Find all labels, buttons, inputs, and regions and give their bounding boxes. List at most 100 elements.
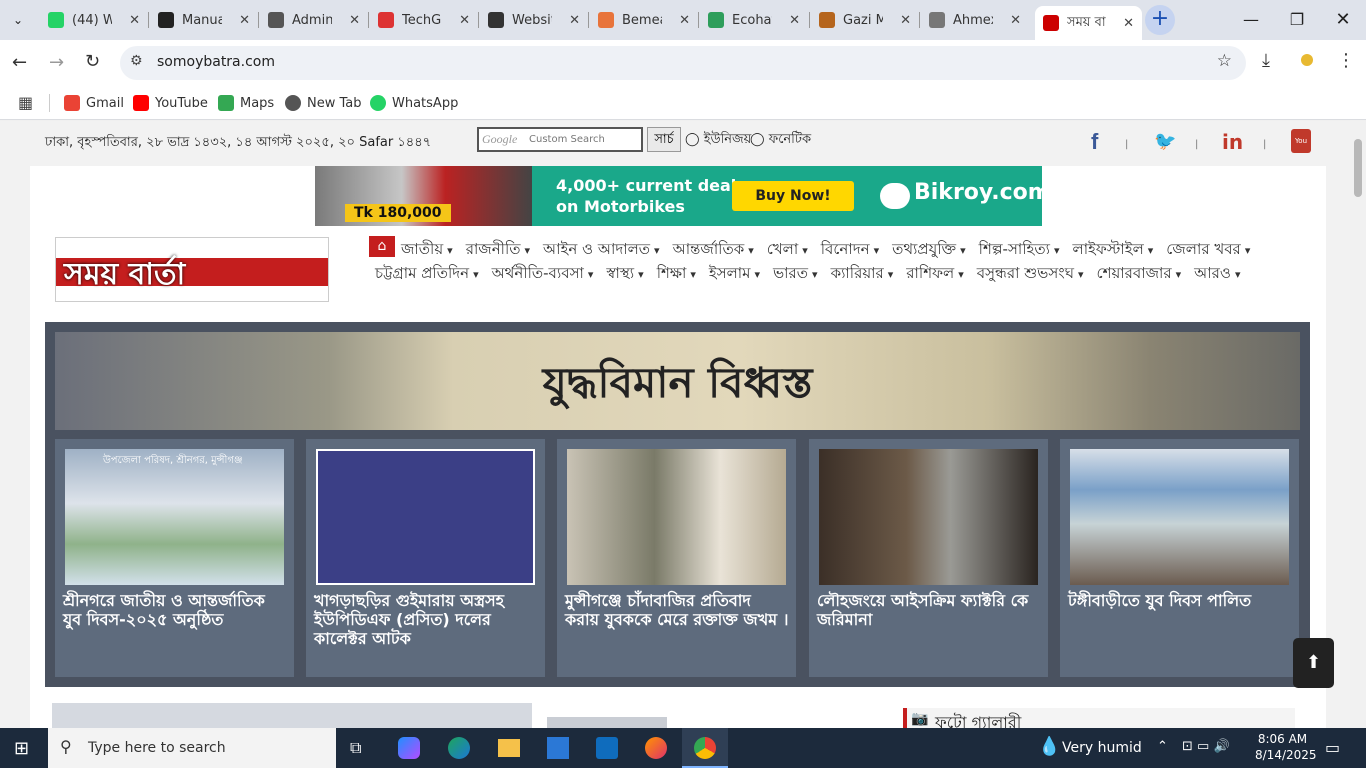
tab-close-icon[interactable]: ✕	[129, 13, 140, 28]
news-card[interactable]: লৌহজংয়ে আইসক্রিম ফ্যাক্টরি কে জরিমানা	[809, 439, 1048, 677]
news-title[interactable]: টঙ্গীবাড়ীতে যুব দিবস পালিত	[1068, 591, 1293, 610]
search-button[interactable]: সার্চ	[647, 127, 681, 152]
tab-close-icon[interactable]: ✕	[789, 13, 800, 28]
menu-item[interactable]: তথ্যপ্রযুক্তি ▾	[892, 240, 966, 258]
page-scrollbar[interactable]	[1350, 121, 1366, 728]
news-image[interactable]	[819, 449, 1038, 585]
tab-close-icon[interactable]: ✕	[459, 13, 470, 28]
browser-tab[interactable]: Manual ✕	[150, 6, 258, 34]
menu-item[interactable]: শিল্প-সাহিত্য ▾	[979, 240, 1060, 258]
menu-item[interactable]: ভারত ▾	[773, 264, 818, 282]
close-window-button[interactable]: ✕	[1320, 6, 1366, 34]
unijoy-radio[interactable]: ◯ ইউনিজয়	[685, 130, 751, 151]
news-image[interactable]: উপজেলা পরিষদ, শ্রীনগর, মুন্সীগঞ্জ	[65, 449, 284, 585]
browser-tab[interactable]: Ahmex ✕	[921, 6, 1029, 34]
scrollbar-thumb[interactable]	[1354, 139, 1362, 197]
menu-item[interactable]: রাশিফল ▾	[906, 264, 963, 282]
banner-image[interactable]: যুদ্ধবিমান বিধ্বস্ত	[55, 332, 1300, 430]
taskbar-search[interactable]: ⚲ Type here to search	[48, 728, 336, 768]
menu-item[interactable]: জাতীয় ▾	[401, 240, 453, 258]
tab-close-icon[interactable]: ✕	[679, 13, 690, 28]
lead-story-image[interactable]	[52, 703, 532, 728]
buy-now-button[interactable]: Buy Now!	[732, 181, 854, 211]
news-title[interactable]: লৌহজংয়ে আইসক্রিম ফ্যাক্টরি কে জরিমানা	[817, 591, 1042, 629]
new-tab-button[interactable]: +	[1145, 5, 1175, 35]
bookmark-youtube[interactable]: YouTube	[133, 92, 208, 114]
edge-icon[interactable]	[448, 737, 470, 759]
search-input[interactable]: Google Custom Search	[477, 127, 643, 152]
copilot-icon[interactable]	[398, 737, 420, 759]
chrome-taskbar-button[interactable]	[682, 728, 728, 768]
news-card[interactable]: উপজেলা পরিষদ, শ্রীনগর, মুন্সীগঞ্জ শ্রীনগ…	[55, 439, 294, 677]
bookmark-maps[interactable]: Maps	[218, 92, 274, 114]
task-view-icon[interactable]: ⧉	[350, 738, 361, 758]
news-image[interactable]	[1070, 449, 1289, 585]
news-card[interactable]: মুন্সীগঞ্জে চাঁদাবাজির প্রতিবাদ করায় যু…	[557, 439, 796, 677]
browser-tab[interactable]: Bemea ✕	[590, 6, 698, 34]
news-image[interactable]	[316, 449, 535, 585]
profile-icon[interactable]	[1301, 54, 1313, 66]
menu-item[interactable]: আরও ▾	[1194, 264, 1240, 282]
menu-item[interactable]: রাজনীতি ▾	[466, 240, 530, 258]
forward-icon[interactable]: →	[49, 52, 64, 73]
youtube-social-icon[interactable]: You	[1291, 129, 1311, 153]
browser-tab[interactable]: সময় বা ✕	[1035, 6, 1142, 40]
star-icon[interactable]: ☆	[1217, 51, 1232, 71]
facebook-icon[interactable]: f	[1091, 129, 1098, 155]
menu-item[interactable]: লাইফস্টাইল ▾	[1073, 240, 1154, 258]
windows-start-icon[interactable]: ⊞	[14, 738, 29, 759]
menu-item[interactable]: বসুন্ধরা শুভসংঘ ▾	[977, 264, 1084, 282]
tab-close-icon[interactable]: ✕	[1123, 16, 1134, 31]
story-thumbnail[interactable]	[547, 717, 667, 728]
news-title[interactable]: মুন্সীগঞ্জে চাঁদাবাজির প্রতিবাদ করায় যু…	[565, 591, 790, 629]
site-info-icon[interactable]: ⚙	[130, 53, 143, 69]
menu-item[interactable]: আন্তর্জাতিক ▾	[673, 240, 754, 258]
menu-icon[interactable]: ⋮	[1337, 50, 1355, 71]
firefox-icon[interactable]	[645, 737, 667, 759]
menu-item[interactable]: শিক্ষা ▾	[657, 264, 696, 282]
tray-overflow-icon[interactable]: ⌃	[1157, 739, 1168, 754]
bookmark-newtab[interactable]: New Tab	[285, 92, 362, 114]
download-icon[interactable]: ⤓	[1262, 50, 1270, 71]
menu-item[interactable]: শেয়ারবাজার ▾	[1097, 264, 1182, 282]
tab-close-icon[interactable]: ✕	[900, 13, 911, 28]
menu-item[interactable]: চট্টগ্রাম প্রতিদিন ▾	[375, 264, 479, 282]
apps-icon[interactable]: ▦	[18, 93, 33, 112]
browser-tab[interactable]: Admin ✕	[260, 6, 368, 34]
menu-item[interactable]: বিনোদন ▾	[821, 240, 879, 258]
tab-close-icon[interactable]: ✕	[569, 13, 580, 28]
menu-item[interactable]: জেলার খবর ▾	[1166, 240, 1250, 258]
home-icon[interactable]: ⌂	[369, 236, 395, 257]
back-icon[interactable]: ←	[12, 52, 27, 73]
clock[interactable]: 8:06 AM 8/14/2025	[1255, 731, 1317, 763]
twitter-icon[interactable]: 🐦	[1154, 131, 1176, 152]
tab-search-button[interactable]: ⌄	[2, 6, 34, 34]
store-icon[interactable]	[547, 737, 569, 759]
maximize-button[interactable]: ❐	[1274, 6, 1320, 34]
menu-item[interactable]: ইসলাম ▾	[709, 264, 760, 282]
file-explorer-icon[interactable]	[498, 739, 520, 757]
outlook-icon[interactable]	[596, 737, 618, 759]
news-title[interactable]: খাগড়াছড়ির গুইমারায় অস্ত্রসহ ইউপিডিএফ …	[314, 591, 539, 648]
menu-item[interactable]: আইন ও আদালত ▾	[543, 240, 660, 258]
photo-gallery-title[interactable]: ফটো গ্যালারী	[935, 710, 1021, 728]
site-logo[interactable]: সময় বার্তা	[55, 237, 329, 302]
phonetic-radio[interactable]: ◯ ফনেটিক	[750, 130, 811, 151]
bookmark-whatsapp[interactable]: WhatsApp	[370, 92, 458, 114]
menu-item[interactable]: ক্যারিয়ার ▾	[831, 264, 894, 282]
scroll-top-button[interactable]: ⬆	[1293, 638, 1334, 688]
browser-tab[interactable]: (44) Wh ✕	[40, 6, 148, 34]
news-image[interactable]	[567, 449, 786, 585]
notification-icon[interactable]: ▭	[1325, 738, 1340, 757]
banner-title[interactable]: যুদ্ধবিমান বিধ্বস্ত	[55, 350, 1300, 421]
browser-tab[interactable]: Website ✕	[480, 6, 588, 34]
menu-item[interactable]: অর্থনীতি-ব্যবসা ▾	[492, 264, 594, 282]
news-title[interactable]: শ্রীনগরে জাতীয় ও আন্তর্জাতিক যুব দিবস-২…	[63, 591, 288, 629]
linkedin-icon[interactable]: in	[1222, 130, 1243, 154]
menu-item[interactable]: স্বাস্থ্য ▾	[606, 264, 643, 282]
minimize-button[interactable]: —	[1228, 6, 1274, 34]
bookmark-gmail[interactable]: Gmail	[64, 92, 124, 114]
browser-tab[interactable]: Gazi M ✕	[811, 6, 919, 34]
ad-banner[interactable]: Tk 180,000 4,000+ current deals on Motorb…	[315, 166, 1051, 226]
reload-icon[interactable]: ↻	[85, 51, 100, 72]
